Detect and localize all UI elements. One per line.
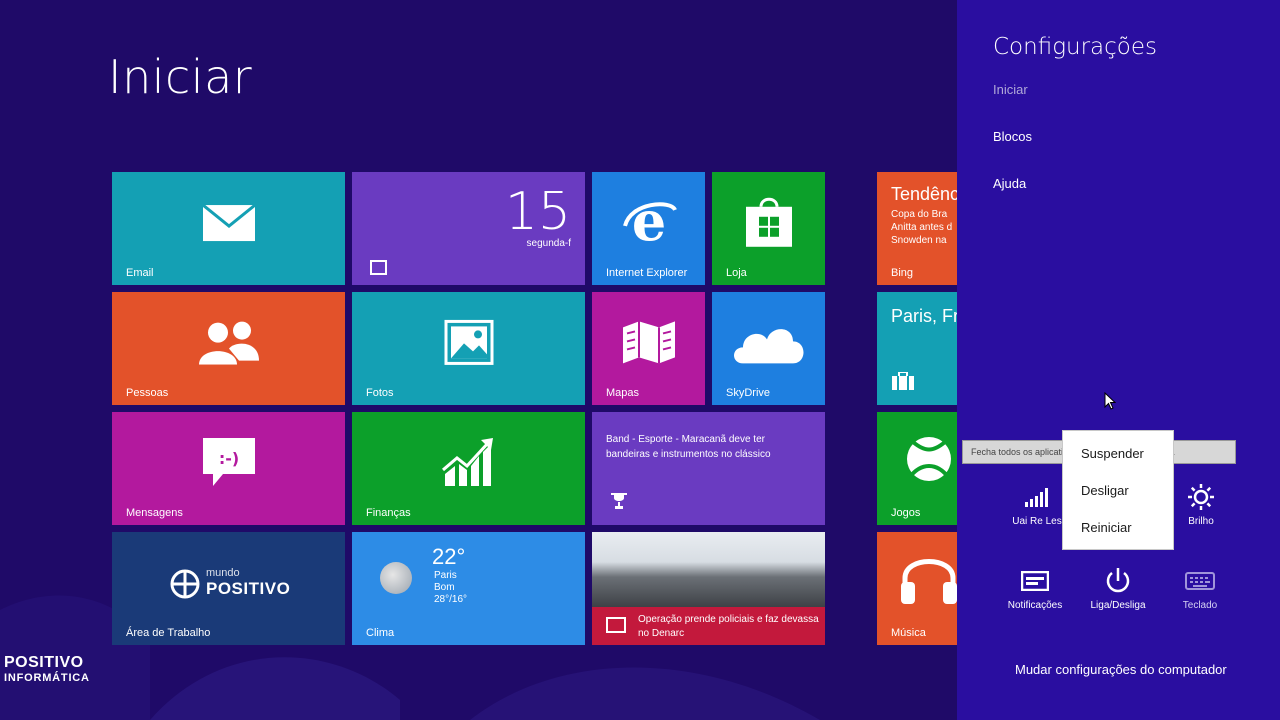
store-bag-icon	[744, 194, 794, 253]
tile-finance[interactable]: Finanças	[352, 412, 585, 525]
tile-messaging[interactable]: :-) Mensagens	[112, 412, 345, 525]
tile-people[interactable]: Pessoas	[112, 292, 345, 405]
moon-icon	[380, 562, 412, 594]
bing-headline: Anitta antes d	[891, 222, 953, 233]
bing-headline: Snowden na	[891, 235, 947, 246]
notifications-button[interactable]: Notificações	[995, 566, 1075, 611]
tile-desktop[interactable]: mundo POSITIVO Área de Trabalho	[112, 532, 345, 645]
tile-label: Email	[126, 267, 154, 279]
tile-label: Pessoas	[126, 387, 169, 399]
weather-details: Paris Bom 28°/16°	[434, 570, 467, 606]
tile-label: Área de Trabalho	[126, 627, 211, 639]
power-label: Liga/Desliga	[1090, 600, 1146, 611]
settings-item-iniciar: Iniciar	[993, 82, 1028, 97]
cloud-icon	[731, 319, 807, 370]
tile-label: Finanças	[366, 507, 411, 519]
settings-title: Configurações	[993, 34, 1157, 60]
tile-label: Internet Explorer	[606, 267, 688, 279]
power-button[interactable]: Liga/Desliga	[1078, 566, 1158, 611]
power-icon	[1078, 566, 1158, 596]
weather-condition: Bom	[434, 582, 455, 593]
mail-icon	[201, 203, 256, 247]
travel-title: Paris, Fr	[891, 306, 957, 326]
keyboard-label: Teclado	[1182, 600, 1218, 611]
power-option-suspend[interactable]: Suspender	[1081, 446, 1144, 461]
photo-icon	[444, 319, 494, 370]
tile-travel[interactable]: Paris, Fr	[877, 292, 957, 405]
tile-store[interactable]: Loja	[712, 172, 825, 285]
tile-music[interactable]: Música	[877, 532, 957, 645]
calendar-day: 15	[504, 182, 571, 242]
news-bar: Operação prende policiais e faz devassa …	[592, 607, 825, 645]
people-icon	[198, 320, 259, 369]
headphones-icon	[899, 548, 957, 613]
tile-bing[interactable]: Tendênc Copa do Bra Anitta antes d Snowd…	[877, 172, 957, 285]
globe-icon	[170, 569, 200, 598]
power-option-restart[interactable]: Reiniciar	[1081, 520, 1132, 535]
tile-label: Música	[891, 627, 926, 639]
weather-temperature: 22°	[432, 544, 466, 569]
sports-headline: Band - Esporte - Maracanã deve ter bande…	[606, 434, 771, 460]
power-menu: Suspender Desligar Reiniciar	[1062, 430, 1174, 550]
tile-maps[interactable]: Mapas	[592, 292, 705, 405]
calendar-icon	[370, 260, 387, 275]
tile-sports[interactable]: Band - Esporte - Maracanã deve ter bande…	[592, 412, 825, 525]
news-headline: Operação prende policiais e faz devassa …	[638, 614, 819, 639]
trophy-icon	[610, 492, 628, 515]
weather-city: Paris	[434, 570, 457, 581]
mouse-cursor-icon	[1104, 391, 1117, 415]
tile-skydrive[interactable]: SkyDrive	[712, 292, 825, 405]
tile-internet-explorer[interactable]: e Internet Explorer	[592, 172, 705, 285]
tile-label: Fotos	[366, 387, 394, 399]
power-option-shutdown[interactable]: Desligar	[1081, 483, 1129, 498]
tile-label: Clima	[366, 627, 395, 639]
watermark-line1: POSITIVO	[4, 654, 84, 671]
weather-range: 28°/16°	[434, 594, 468, 605]
tile-label: Mapas	[606, 387, 640, 399]
tile-photos[interactable]: Fotos	[352, 292, 585, 405]
chat-bubble-icon: :-)	[201, 435, 257, 492]
tile-news[interactable]: Operação prende policiais e faz devassa …	[592, 532, 825, 645]
bing-headlines: Copa do Bra Anitta antes d Snowden na	[891, 208, 952, 247]
tile-label: Bing	[891, 267, 914, 279]
xbox-icon	[899, 434, 957, 489]
calendar-weekday: segunda-f	[526, 238, 571, 249]
map-icon	[621, 319, 677, 370]
tile-label: SkyDrive	[726, 387, 771, 399]
suitcase-icon	[891, 371, 915, 395]
bing-headline: Copa do Bra	[891, 209, 948, 220]
page-title: Iniciar	[108, 50, 253, 104]
logo-big-text: POSITIVO	[206, 579, 291, 598]
tile-label: Loja	[726, 267, 747, 279]
settings-pane: Configurações Iniciar Blocos Ajuda Uai R…	[957, 0, 1280, 720]
chart-up-icon	[441, 435, 497, 492]
bing-title: Tendênc	[891, 184, 957, 204]
settings-item-blocos[interactable]: Blocos	[993, 129, 1032, 144]
tile-label: Jogos	[891, 507, 921, 519]
mundo-positivo-logo: mundo POSITIVO	[170, 568, 290, 599]
tile-email[interactable]: Email	[112, 172, 345, 285]
notifications-label: Notificações	[1007, 600, 1063, 611]
tile-calendar[interactable]: 15 segunda-f	[352, 172, 585, 285]
keyboard-button[interactable]: Teclado	[1160, 566, 1240, 611]
change-pc-settings-link[interactable]: Mudar configurações do computador	[1015, 662, 1227, 677]
news-icon	[606, 617, 626, 633]
internet-explorer-icon: e	[621, 188, 677, 252]
positivo-watermark: POSITIVO INFORMÁTICA	[4, 654, 90, 684]
settings-item-ajuda[interactable]: Ajuda	[993, 176, 1026, 191]
keyboard-icon	[1160, 566, 1240, 596]
tile-weather[interactable]: 22° Paris Bom 28°/16° Clima	[352, 532, 585, 645]
logo-small-text: mundo	[206, 567, 240, 579]
news-photo	[592, 532, 825, 607]
tile-label: Mensagens	[126, 507, 183, 519]
tile-games[interactable]: Jogos	[877, 412, 957, 525]
notifications-icon	[995, 566, 1075, 596]
svg-text::-): :-)	[218, 448, 238, 467]
watermark-line2: INFORMÁTICA	[4, 672, 90, 684]
